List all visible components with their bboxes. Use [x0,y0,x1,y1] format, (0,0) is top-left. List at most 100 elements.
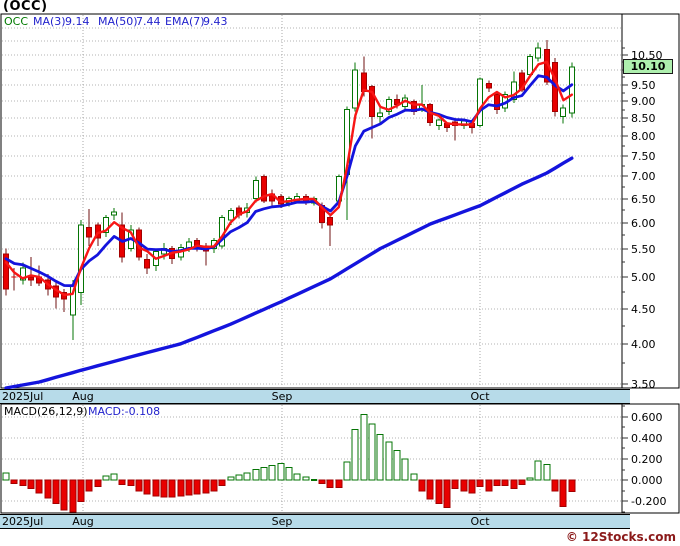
macd-bar [551,479,559,492]
macd-bar [351,428,359,481]
month-label: Sep [271,390,293,403]
svg-text:9.00: 9.00 [631,95,656,108]
legend-ema7-value: 9.43 [203,15,228,28]
ma50-line [4,156,574,390]
watermark: © 12Stocks.com [565,530,676,544]
macd-bar [268,464,276,481]
candle [386,96,392,115]
macd-bar [335,479,343,489]
macd-bar [218,479,226,487]
candle [486,80,492,93]
svg-text:0.600: 0.600 [631,411,663,424]
macd-bar [127,479,135,487]
macd-bar [69,479,77,513]
macd-bar [318,479,326,484]
macd-bar [10,479,18,484]
panel-frames [0,13,680,514]
candle [377,106,383,124]
macd-bar [435,479,443,505]
svg-text:0.200: 0.200 [631,453,663,466]
macd-bar [185,479,193,496]
stock-chart-page: 3.50 4.00 4.50 5.00 5.50 6.00 6.50 7.00 7.50 8.00… [0,0,680,546]
candle [269,189,275,206]
svg-text:6.50: 6.50 [631,193,656,206]
candle [111,207,117,220]
macd-histogram [2,414,576,513]
macd-bar [85,479,93,492]
month-label: Aug [72,390,94,403]
macd-bar [227,476,235,481]
macd-bar [426,479,434,500]
macd-bar [143,479,151,495]
macd-current-value: MACD:-0.108 [88,405,161,418]
macd-bar [152,479,160,497]
macd-bar [393,450,401,481]
candle [103,215,109,237]
macd-bar [559,479,567,508]
svg-text:3.50: 3.50 [631,378,656,391]
candle [119,212,125,263]
axis-ticks [622,47,628,513]
macd-bar [460,479,468,492]
macd-bar [52,479,60,505]
macd-bar [568,479,576,493]
month-label: Oct [470,515,490,528]
macd-bar [501,479,509,487]
candle [569,62,575,118]
svg-text:8.50: 8.50 [631,112,656,125]
macd-bar [443,479,451,509]
macd-bar [326,479,334,489]
macd-bar [77,479,85,502]
macd-bar [243,472,251,481]
svg-text:5.50: 5.50 [631,243,656,256]
ema7-line [4,74,574,288]
last-price-badge: 10.10 [623,59,673,74]
svg-text:5.00: 5.00 [631,271,656,284]
svg-text:7.00: 7.00 [631,170,656,183]
macd-bar [177,479,185,497]
macd-bar [193,479,201,495]
macd-bar [260,467,268,481]
svg-text:4.50: 4.50 [631,303,656,316]
macd-params-label: MACD(26,12,9) [4,405,88,418]
macd-bar [543,463,551,481]
candle [144,254,150,275]
svg-text:-0.200: -0.200 [631,495,666,508]
macd-bar [302,476,310,481]
macd-bar [518,479,526,485]
macd-bar [311,479,317,482]
svg-text:6.00: 6.00 [631,217,656,230]
candle [477,77,483,128]
macd-bar [410,473,418,481]
macd-bar [510,479,518,490]
macd-bar [343,461,351,481]
macd-bar [210,479,218,492]
time-axis-band-top: 2025Jul Aug Sep Oct [0,389,630,404]
month-label: 2025Jul [2,390,44,403]
macd-bar [94,479,102,488]
macd-bar [2,472,10,481]
macd-bar [493,479,501,487]
macd-bar [202,479,210,494]
macd-bar [534,460,542,481]
month-label: Sep [271,515,293,528]
candle [53,280,59,309]
macd-bar [160,479,168,498]
macd-bar [118,479,126,485]
macd-bar [19,479,27,487]
macd-bar [44,479,52,499]
time-axis-band-bottom: 2025Jul Aug Sep Oct [0,514,630,529]
svg-text:0.000: 0.000 [631,474,663,487]
macd-bar [293,473,301,481]
macd-bar [285,467,293,481]
candle [261,174,267,204]
svg-text:8.00: 8.00 [631,130,656,143]
candle [535,42,541,62]
macd-bar [451,479,459,490]
macd-bar [277,462,285,481]
legend-ma3-label: MA(3) [33,15,66,28]
macd-bar [376,434,384,481]
macd-bar [168,479,176,498]
macd-bar [526,477,534,481]
candle [352,62,358,112]
